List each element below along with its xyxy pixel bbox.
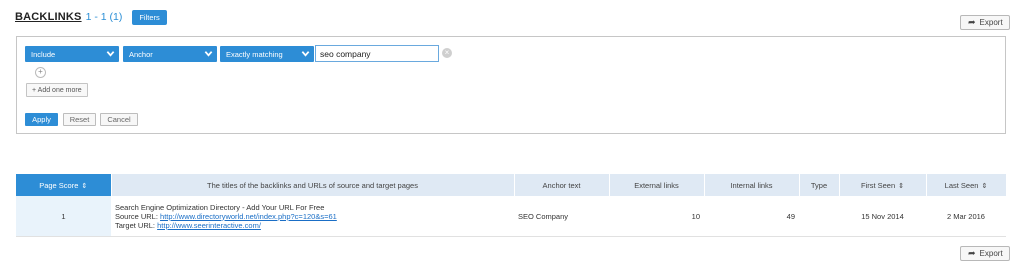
target-url-label: Target URL: (115, 220, 156, 230)
add-one-more-button[interactable]: + Add one more (26, 83, 88, 97)
column-internal-links: Internal links (704, 174, 800, 196)
sort-icon: ⇕ (898, 182, 905, 190)
table-row: 1 Search Engine Optimization Directory -… (16, 196, 1006, 237)
source-url-line: Source URL: http://www.directoryworld.ne… (115, 212, 510, 221)
field-select-value: Anchor (129, 49, 153, 59)
target-url-line: Target URL: http://www.seerinteractive.c… (115, 221, 510, 230)
sort-icon: ⇕ (81, 182, 88, 190)
type-cell (799, 196, 839, 237)
column-label: External links (634, 180, 679, 190)
page-title[interactable]: BACKLINKS (15, 11, 82, 23)
cancel-button[interactable]: Cancel (100, 113, 138, 126)
match-select-value: Exactly matching (226, 49, 283, 59)
filter-panel: Include Anchor Exactly matching seo comp… (16, 36, 1006, 134)
source-url-link[interactable]: http://www.directoryworld.net/index.php?… (160, 212, 337, 221)
source-url-label: Source URL: (115, 211, 158, 221)
apply-button[interactable]: Apply (25, 113, 58, 126)
include-select-value: Include (31, 49, 56, 59)
export-button-bottom[interactable]: ➦ Export (960, 246, 1010, 261)
filter-value-input[interactable]: seo company (315, 45, 439, 62)
export-arrow-icon: ➦ (968, 248, 976, 258)
backlink-title: Search Engine Optimization Directory - A… (115, 202, 325, 212)
column-first-seen[interactable]: First Seen ⇕ (839, 174, 927, 196)
chevron-down-icon (106, 51, 115, 57)
field-select[interactable]: Anchor (123, 46, 217, 62)
column-label: Page Score (39, 180, 79, 190)
export-label: Export (979, 249, 1003, 258)
column-label: Internal links (730, 180, 773, 190)
column-external-links: External links (609, 174, 705, 196)
title-row: BACKLINKS 1 - 1 (1) Filters (15, 9, 167, 25)
external-links-cell: 10 (609, 196, 704, 237)
export-label: Export (979, 18, 1003, 27)
export-arrow-icon: ➦ (968, 17, 976, 27)
column-label: The titles of the backlinks and URLs of … (207, 180, 418, 190)
chevron-down-icon (301, 51, 310, 57)
column-titles: The titles of the backlinks and URLs of … (111, 174, 515, 196)
titles-cell: Search Engine Optimization Directory - A… (111, 196, 514, 237)
chevron-down-icon (204, 51, 213, 57)
include-select[interactable]: Include (25, 46, 119, 62)
column-label: Type (810, 180, 828, 190)
column-label: Last Seen (944, 180, 979, 190)
anchor-text-cell: SEO Company (514, 196, 609, 237)
column-page-score[interactable]: Page Score ⇕ (16, 174, 112, 196)
clear-icon[interactable]: × (442, 48, 452, 58)
backlinks-table: Page Score ⇕ The titles of the backlinks … (16, 174, 1007, 237)
column-anchor-text: Anchor text (514, 174, 610, 196)
target-url-link[interactable]: http://www.seerinteractive.com/ (157, 221, 261, 230)
sort-icon: ⇕ (981, 182, 988, 190)
table-header-row: Page Score ⇕ The titles of the backlinks … (16, 174, 1007, 196)
match-select[interactable]: Exactly matching (220, 46, 314, 62)
export-button-top[interactable]: ➦ Export (960, 15, 1010, 30)
reset-button[interactable]: Reset (63, 113, 96, 126)
column-label: First Seen (860, 180, 896, 190)
filters-button[interactable]: Filters (132, 9, 167, 25)
page-score-cell: 1 (16, 196, 111, 237)
column-last-seen[interactable]: Last Seen ⇕ (926, 174, 1007, 196)
result-count: 1 - 1 (1) (85, 11, 123, 23)
first-seen-cell: 15 Nov 2014 (839, 196, 926, 237)
column-label: Anchor text (542, 180, 581, 190)
column-type: Type (799, 174, 840, 196)
add-icon[interactable]: + (35, 67, 46, 78)
internal-links-cell: 49 (704, 196, 799, 237)
last-seen-cell: 2 Mar 2016 (926, 196, 1006, 237)
